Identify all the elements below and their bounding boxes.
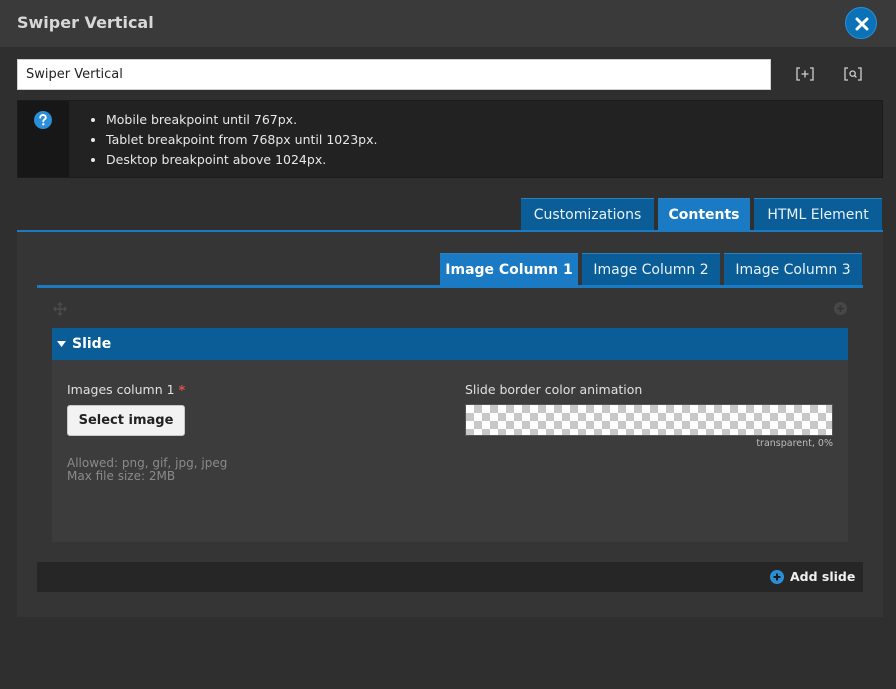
help-icon xyxy=(34,111,52,129)
element-name-input[interactable] xyxy=(17,59,771,90)
window-title: Swiper Vertical xyxy=(17,13,154,32)
add-circle-icon[interactable] xyxy=(834,302,847,315)
search-button[interactable] xyxy=(844,66,862,82)
select-image-button[interactable]: Select image xyxy=(67,405,185,436)
breakpoint-mobile: Mobile breakpoint until 767px. xyxy=(106,111,377,131)
border-color-picker[interactable] xyxy=(465,404,833,436)
title-bar: Swiper Vertical xyxy=(0,0,896,47)
slide-header[interactable]: Slide xyxy=(52,328,848,360)
drag-handle-icon[interactable] xyxy=(53,302,67,316)
tab-image-column-3[interactable]: Image Column 3 xyxy=(724,253,862,285)
tab-image-column-2[interactable]: Image Column 2 xyxy=(582,253,720,285)
search-icon xyxy=(844,67,862,81)
add-circle-icon xyxy=(770,570,784,584)
breakpoint-list: Mobile breakpoint until 767px. Tablet br… xyxy=(106,111,377,171)
max-file-size-text: Max file size: 2MB xyxy=(67,469,176,483)
column-tabs-underline xyxy=(37,285,863,288)
close-icon xyxy=(855,17,869,31)
tab-contents[interactable]: Contents xyxy=(658,198,750,230)
border-color-value: transparent, 0% xyxy=(756,438,833,449)
border-color-label: Slide border color animation xyxy=(465,382,643,397)
images-column-label: Images column 1 * xyxy=(67,382,185,397)
allowed-formats-text: Allowed: png, gif, jpg, jpeg xyxy=(67,456,228,470)
info-icon-column xyxy=(18,101,69,177)
slide-title: Slide xyxy=(72,336,112,352)
tab-image-column-1[interactable]: Image Column 1 xyxy=(440,253,578,285)
breakpoint-desktop: Desktop breakpoint above 1024px. xyxy=(106,151,377,171)
breakpoint-info-box: Mobile breakpoint until 767px. Tablet br… xyxy=(17,100,883,178)
expand-button[interactable] xyxy=(796,66,814,82)
tab-html-element[interactable]: HTML Element xyxy=(754,198,882,230)
breakpoint-tablet: Tablet breakpoint from 768px until 1023p… xyxy=(106,131,377,151)
close-button[interactable] xyxy=(845,7,877,39)
slides-footer: Add slide xyxy=(37,562,863,592)
expand-icon xyxy=(796,67,814,81)
caret-down-icon xyxy=(57,341,66,347)
images-column-label-text: Images column 1 xyxy=(67,382,175,397)
slide-card: Slide Images column 1 * Select image All… xyxy=(52,328,848,542)
required-mark: * xyxy=(178,382,186,397)
add-slide-label: Add slide xyxy=(790,569,856,584)
tab-customizations[interactable]: Customizations xyxy=(521,198,654,230)
